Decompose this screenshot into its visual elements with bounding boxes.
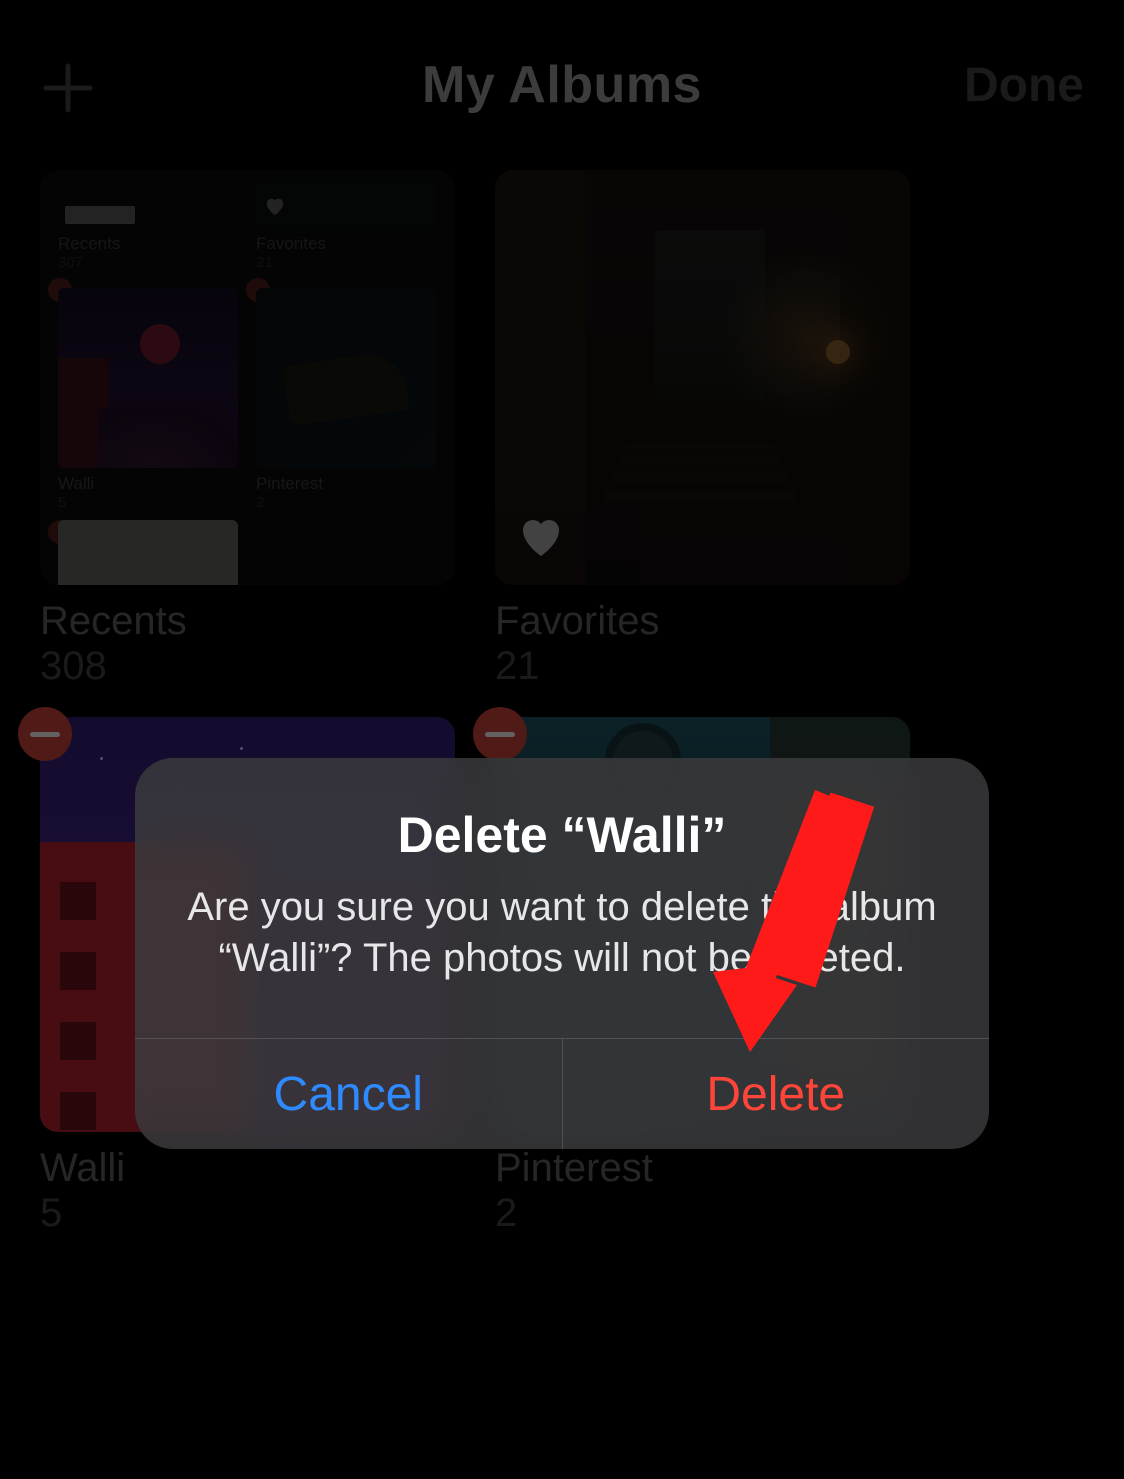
dialog-message: Are you sure you want to delete the albu… xyxy=(175,882,949,984)
delete-confirm-dialog: Delete “Walli” Are you sure you want to … xyxy=(135,758,989,1149)
modal-overlay xyxy=(0,0,1124,1479)
delete-button[interactable]: Delete xyxy=(563,1039,990,1149)
cancel-button[interactable]: Cancel xyxy=(135,1039,563,1149)
dialog-title: Delete “Walli” xyxy=(175,806,949,864)
dialog-buttons: Cancel Delete xyxy=(135,1038,989,1149)
